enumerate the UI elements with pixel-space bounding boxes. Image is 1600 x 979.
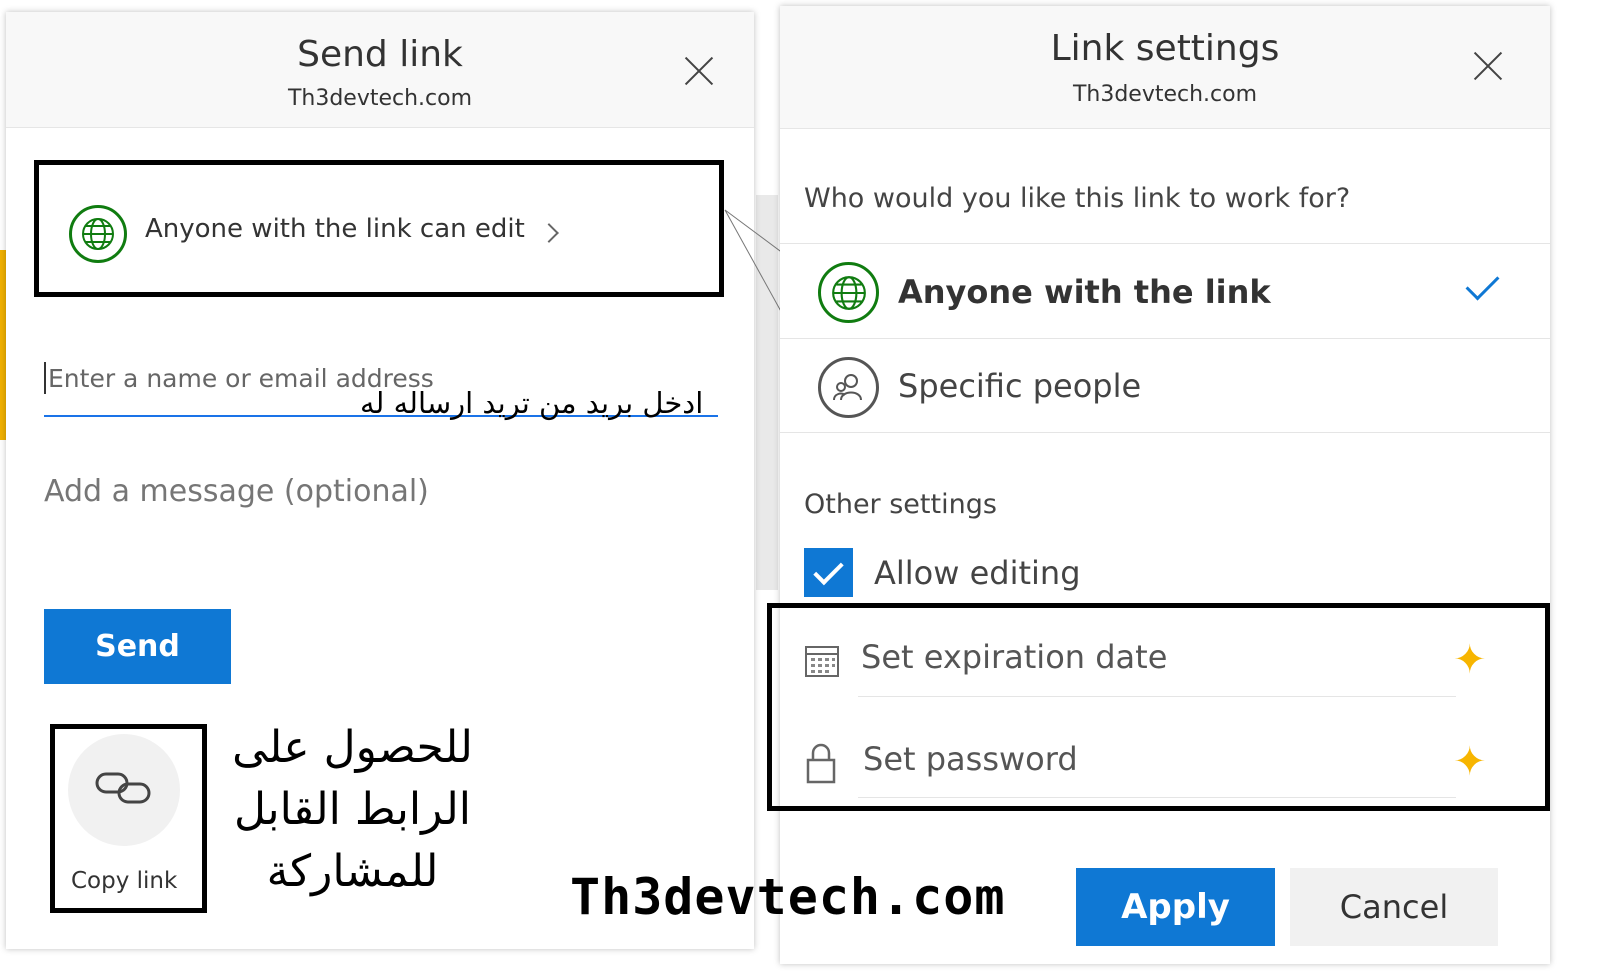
- divider: [858, 696, 1456, 697]
- annotation-box-premium: [767, 603, 1550, 811]
- dialog-subtitle: Th3devtech.com: [287, 86, 473, 111]
- close-icon[interactable]: [684, 56, 714, 86]
- text-caret: [44, 362, 46, 394]
- globe-icon: [818, 262, 879, 323]
- cancel-button[interactable]: Cancel: [1290, 868, 1498, 946]
- allow-editing-checkbox[interactable]: [804, 548, 853, 597]
- permission-setting-link[interactable]: Anyone with the link can edit: [145, 214, 525, 244]
- message-input[interactable]: Add a message (optional): [44, 474, 429, 509]
- email-annotation: ادخل بريد من تريد ارساله له: [360, 386, 704, 420]
- copy-link-label: Copy link: [71, 868, 178, 894]
- divider: [780, 338, 1550, 339]
- option-specific-people[interactable]: Specific people: [898, 367, 1141, 405]
- link-settings-dialog: Link settings Th3devtech.com: [780, 6, 1550, 964]
- close-icon[interactable]: [1473, 51, 1503, 81]
- allow-editing-label: Allow editing: [874, 554, 1081, 592]
- audience-question: Who would you like this link to work for…: [804, 183, 1351, 214]
- dialog-title: Link settings: [1050, 28, 1280, 69]
- calendar-icon: [805, 646, 839, 677]
- divider: [780, 432, 1550, 433]
- option-anyone-with-link[interactable]: Anyone with the link: [898, 273, 1271, 311]
- other-settings-heading: Other settings: [804, 489, 997, 520]
- copy-annotation-line-1: للحصول على: [232, 722, 473, 773]
- send-button[interactable]: Send: [44, 609, 231, 684]
- password-input[interactable]: Set password: [863, 740, 1078, 778]
- divider: [780, 243, 1550, 244]
- premium-star-icon: ✦: [1453, 739, 1487, 785]
- premium-star-icon: ✦: [1453, 637, 1487, 683]
- people-icon: [818, 357, 879, 418]
- apply-button[interactable]: Apply: [1076, 868, 1275, 946]
- copy-annotation-line-2: الرابط القابل: [234, 784, 471, 835]
- link-icon: [95, 772, 151, 804]
- dialog-subtitle: Th3devtech.com: [1072, 82, 1258, 107]
- watermark: Th3devtech.com: [570, 868, 1006, 926]
- copy-annotation-line-3: للمشاركة: [266, 846, 439, 897]
- lock-icon: [806, 743, 836, 784]
- expiration-date-input[interactable]: Set expiration date: [861, 638, 1167, 676]
- divider: [858, 797, 1456, 798]
- globe-icon: [69, 205, 127, 263]
- dialog-title: Send link: [297, 34, 463, 75]
- send-link-header: Send link Th3devtech.com: [6, 12, 754, 128]
- link-settings-header: Link settings Th3devtech.com: [780, 6, 1550, 129]
